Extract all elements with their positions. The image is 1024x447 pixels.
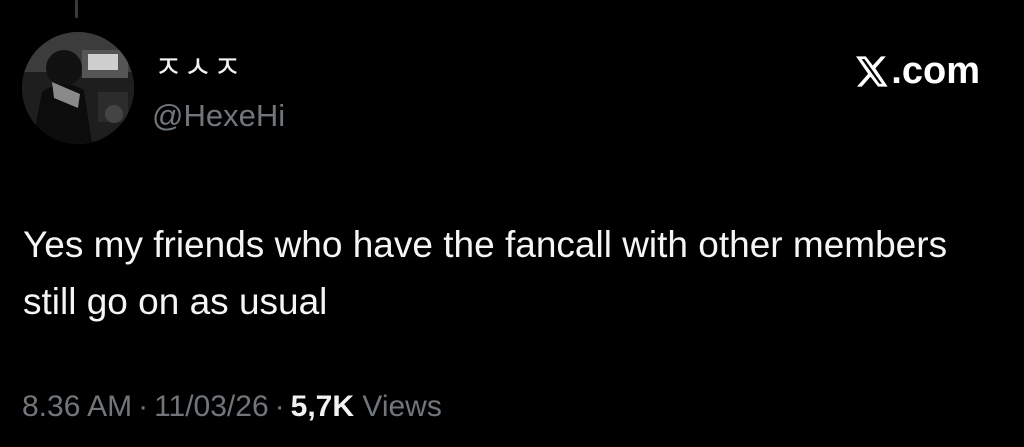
tweet-text: Yes my friends who have the fancall with…	[23, 224, 948, 322]
author-display-name[interactable]: ㅈㅅㅈ	[154, 53, 243, 84]
avatar[interactable]	[22, 32, 134, 144]
tweet-time[interactable]: 8.36 AM	[22, 390, 132, 423]
tweet-date[interactable]: 11/03/26	[154, 390, 269, 423]
views-count[interactable]: 5,7K	[291, 390, 354, 423]
views-label: Views	[362, 390, 442, 423]
x-com-watermark: .com	[856, 52, 980, 90]
brand-domain-label: .com	[891, 50, 980, 92]
author-handle[interactable]: @HexeHi	[152, 100, 285, 131]
avatar-image	[22, 32, 134, 144]
meta-separator: ·	[138, 390, 149, 423]
tweet-card: ㅈㅅㅈ @HexeHi .com Yes my friends who have…	[0, 0, 1024, 447]
x-logo-icon	[856, 55, 888, 87]
thread-connector-line	[75, 0, 78, 18]
meta-separator: ·	[274, 390, 285, 423]
tweet-metadata: 8.36 AM · 11/03/26 · 5,7K Views	[22, 392, 442, 422]
